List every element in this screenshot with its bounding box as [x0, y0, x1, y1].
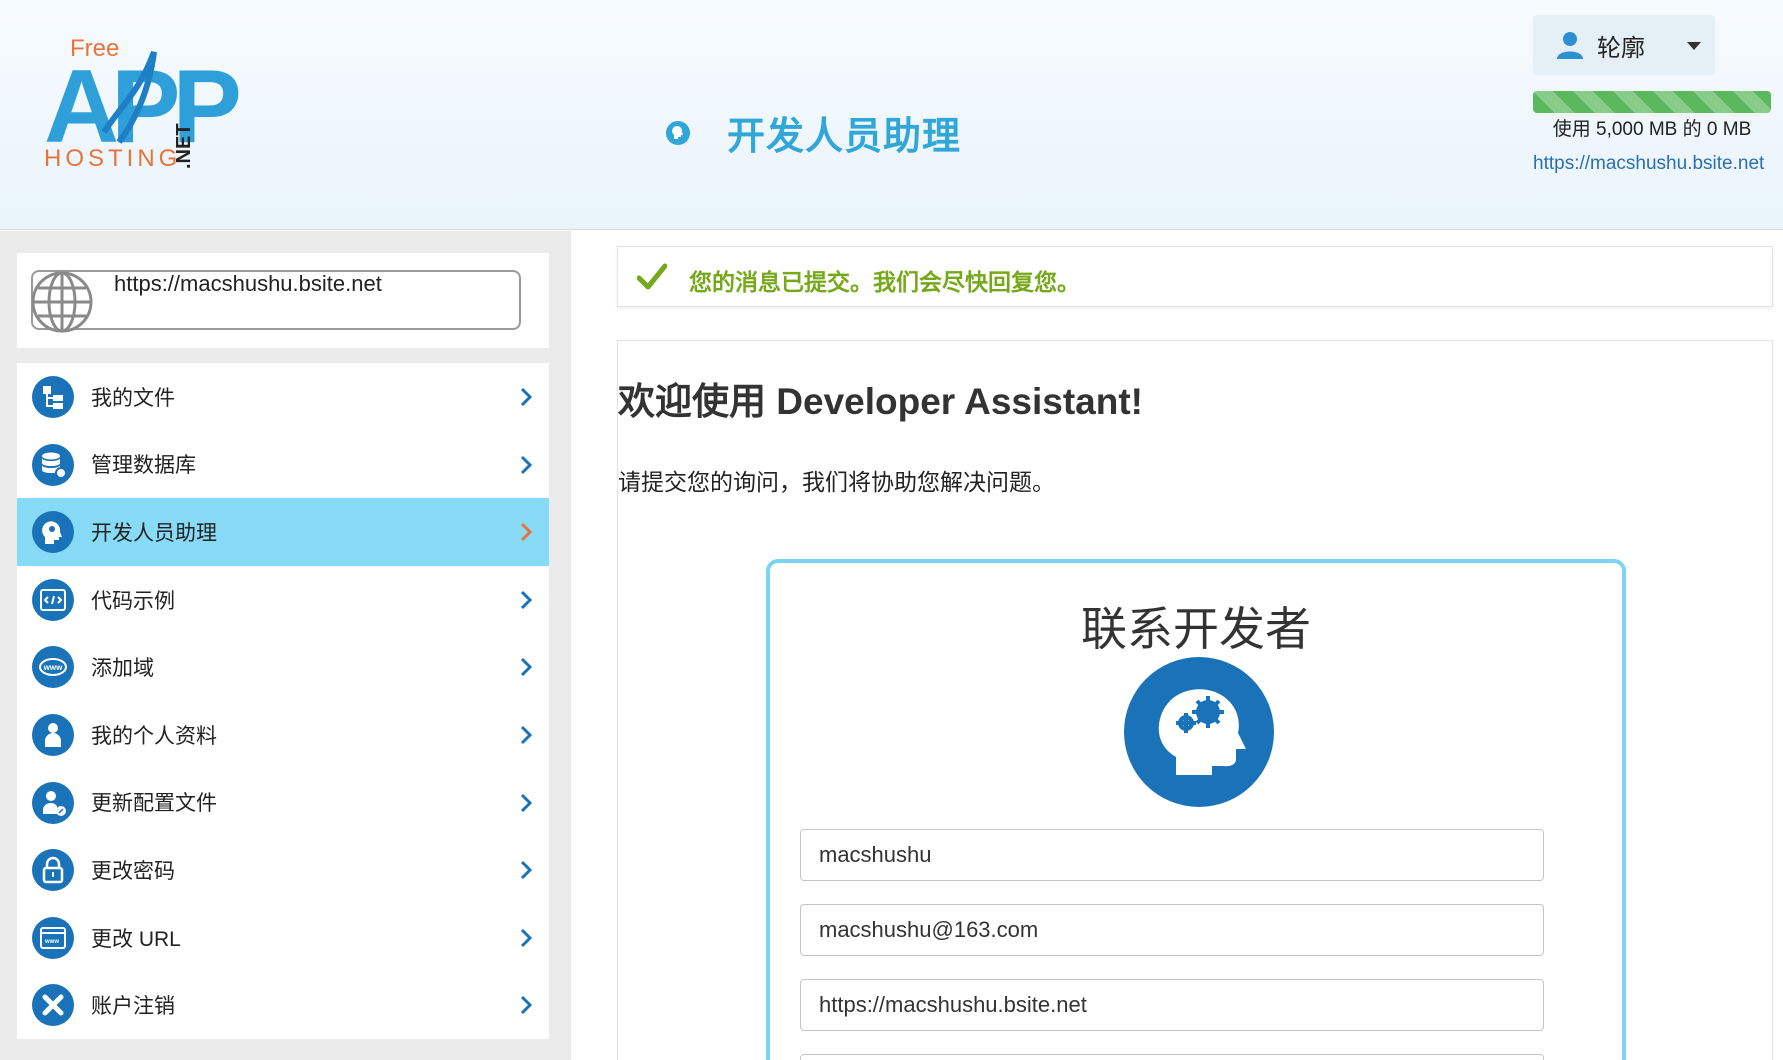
sidebar-item-developer-assistant[interactable]: 开发人员助理	[17, 498, 549, 566]
main-panel: 欢迎使用 Developer Assistant! 请提交您的询问，我们将协助您…	[617, 340, 1773, 1060]
lock-icon	[32, 849, 74, 892]
sidebar-item-my-profile[interactable]: 我的个人资料	[17, 701, 549, 769]
sidebar-item-code-samples[interactable]: 代码示例	[17, 566, 549, 634]
chevron-right-icon	[520, 455, 533, 474]
email-field[interactable]: macshushu@163.com	[800, 904, 1544, 956]
globe-icon	[31, 271, 93, 333]
site-url-link[interactable]: https://macshushu.bsite.net	[1533, 153, 1783, 175]
site-url-card: https://macshushu.bsite.net	[17, 253, 549, 348]
welcome-heading: 欢迎使用 Developer Assistant!	[618, 381, 1143, 422]
sidebar-item-label: 添加域	[91, 657, 154, 681]
sidebar-item-label: 我的文件	[91, 386, 175, 410]
sidebar: https://macshushu.bsite.net 我的文件 管理数据库 开…	[0, 231, 571, 1060]
sidebar-item-label: 我的个人资料	[91, 724, 217, 748]
sidebar-item-update-profile[interactable]: 更新配置文件	[17, 769, 549, 837]
chevron-right-icon	[520, 793, 533, 812]
success-alert: 您的消息已提交。我们会尽快回复您。	[617, 246, 1773, 307]
sidebar-item-change-url[interactable]: www 更改 URL	[17, 904, 549, 972]
www-icon: www	[32, 646, 74, 689]
user-icon	[1557, 32, 1583, 59]
sidebar-item-manage-database[interactable]: 管理数据库	[17, 431, 549, 499]
logo-net-text: .NET	[173, 123, 195, 169]
contact-developer-card: 联系开发者 macshushu macshushu@163.com https:…	[766, 559, 1626, 1060]
success-message: 您的消息已提交。我们会尽快回复您。	[689, 269, 1080, 295]
sidebar-item-label: 账户注销	[91, 995, 175, 1019]
storage-usage-bar	[1533, 91, 1771, 113]
page-title: 开发人员助理	[727, 116, 962, 158]
website-url-field[interactable]: https://macshushu.bsite.net	[800, 979, 1544, 1031]
svg-text:www: www	[44, 939, 59, 945]
page-title-wrap: 开发人员助理	[665, 105, 961, 160]
developer-head-icon	[1124, 657, 1274, 807]
profile-label: 轮廓	[1597, 34, 1645, 62]
chevron-right-icon	[520, 725, 533, 745]
sidebar-item-change-password[interactable]: 更改密码	[17, 836, 549, 904]
sidebar-item-account-cancel[interactable]: 账户注销	[17, 971, 549, 1039]
files-icon	[32, 376, 74, 418]
subject-field[interactable]	[800, 1054, 1544, 1060]
sidebar-item-label: 更新配置文件	[91, 792, 217, 816]
developer-head-icon	[666, 120, 690, 145]
checkmark-icon	[637, 263, 667, 290]
chevron-down-icon	[1687, 42, 1701, 50]
sidebar-item-add-domain[interactable]: www 添加域	[17, 633, 549, 701]
sidebar-item-my-files[interactable]: 我的文件	[17, 363, 549, 431]
site-url-text: https://macshushu.bsite.net	[114, 271, 382, 296]
welcome-subtext: 请提交您的询问，我们将协助您解决问题。	[618, 469, 1055, 495]
sidebar-item-label: 更改 URL	[91, 927, 181, 951]
developer-head-icon	[32, 511, 74, 554]
code-icon	[32, 578, 74, 621]
name-field[interactable]: macshushu	[800, 829, 1544, 881]
chevron-right-icon	[520, 658, 533, 677]
sidebar-menu: 我的文件 管理数据库 开发人员助理 代码示例 www 添加域 我的个人资料 更新…	[17, 363, 549, 1039]
freeapphosting-logo[interactable]: Free APP HOSTING .NET	[44, 32, 244, 202]
chevron-right-icon	[520, 928, 533, 947]
close-icon	[32, 984, 74, 1027]
profile-dropdown-button[interactable]: 轮廓	[1533, 15, 1715, 75]
sidebar-item-label: 更改密码	[91, 859, 175, 883]
sidebar-item-label: 管理数据库	[91, 454, 196, 478]
sidebar-item-label: 开发人员助理	[91, 521, 217, 545]
contact-title: 联系开发者	[1081, 603, 1311, 655]
edit-profile-icon	[32, 781, 74, 824]
chevron-right-icon	[520, 590, 533, 609]
svg-text:www: www	[43, 663, 63, 672]
database-icon	[32, 443, 74, 486]
chevron-right-icon	[520, 523, 533, 542]
person-icon	[32, 713, 74, 756]
chevron-right-icon	[520, 861, 533, 880]
header: Free APP HOSTING .NET 开发人员助理 轮廓 使用 5,000…	[0, 0, 1783, 230]
sidebar-item-label: 代码示例	[91, 589, 175, 613]
url-icon: www	[32, 916, 74, 959]
chevron-right-icon	[520, 996, 533, 1015]
logo-hosting-text: HOSTING	[44, 145, 181, 172]
storage-usage-text: 使用 5,000 MB 的 0 MB	[1552, 119, 1752, 140]
chevron-right-icon	[520, 387, 533, 407]
